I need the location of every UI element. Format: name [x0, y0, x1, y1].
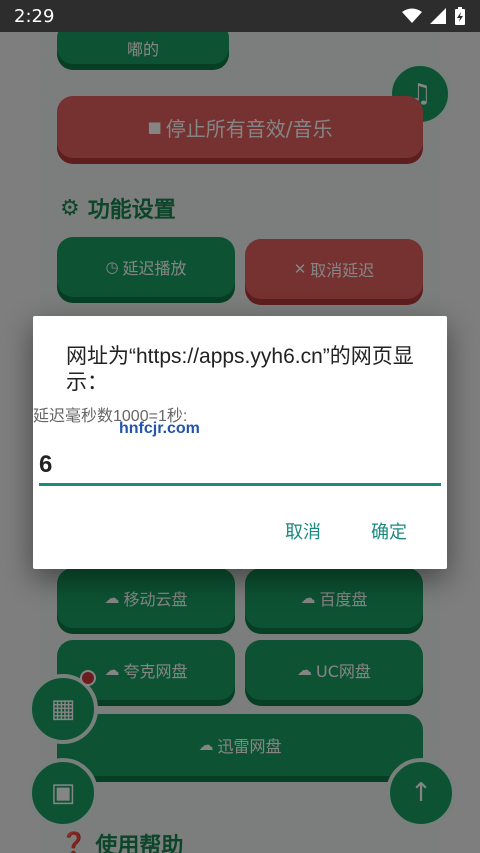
delay-input[interactable] [39, 446, 441, 486]
status-icons [402, 7, 466, 25]
battery-icon [455, 7, 465, 25]
dialog-title: 网址为“https://apps.yyh6.cn”的网页显示： [66, 345, 414, 394]
signal-icon [430, 8, 446, 24]
status-bar: 2:29 [0, 0, 480, 32]
status-time: 2:29 [14, 5, 55, 27]
prompt-dialog: 网址为“https://apps.yyh6.cn”的网页显示： 延迟毫秒数100… [33, 316, 447, 569]
watermark-text: hnfcjr.com [119, 420, 200, 437]
dialog-actions: 取消 确定 [285, 518, 407, 544]
ok-button[interactable]: 确定 [371, 518, 407, 544]
wifi-icon [402, 8, 422, 23]
cancel-button[interactable]: 取消 [285, 518, 321, 544]
